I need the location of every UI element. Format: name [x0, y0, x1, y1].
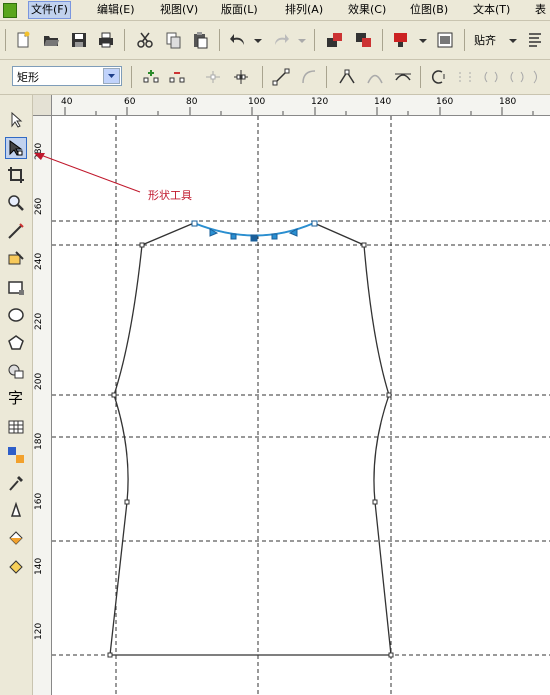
- eyedropper-tool-icon[interactable]: [6, 473, 26, 493]
- auto-close-icon[interactable]: [508, 68, 526, 86]
- object-type-value: 矩形: [17, 71, 39, 84]
- undo-icon[interactable]: [229, 31, 247, 49]
- app-icon: [3, 3, 17, 18]
- toolbox: 字: [0, 95, 33, 695]
- copy-icon[interactable]: [164, 31, 182, 49]
- toolbar-separator: [420, 66, 421, 88]
- extract-subpath-icon[interactable]: [482, 68, 500, 86]
- ruler-label: 120: [34, 622, 44, 640]
- garment-outline[interactable]: [109, 222, 392, 656]
- cusp-node-icon[interactable]: [338, 68, 356, 86]
- ruler-label: 280: [34, 142, 44, 160]
- ruler-label: 220: [34, 312, 44, 330]
- standard-toolbar: 贴齐: [0, 21, 550, 60]
- menu-layout[interactable]: 版面(L): [221, 2, 258, 18]
- svg-text:字: 字: [8, 389, 23, 407]
- menu-table[interactable]: 表: [535, 2, 546, 18]
- ruler-label: 260: [34, 197, 44, 215]
- pick-tool-icon[interactable]: [6, 110, 26, 130]
- vertical-ruler[interactable]: 280 260 240 220 200 180 160 140 120: [33, 115, 52, 695]
- drawing-canvas[interactable]: [52, 116, 550, 695]
- snap-to-label[interactable]: 贴齐: [474, 32, 496, 48]
- snap-dropdown-icon[interactable]: [504, 31, 522, 49]
- polygon-tool-icon[interactable]: [6, 333, 26, 353]
- toolbar-grip: [5, 29, 6, 51]
- break-curve-icon[interactable]: [232, 68, 250, 86]
- text-tool-icon[interactable]: 字: [6, 387, 26, 407]
- convert-to-line-icon[interactable]: [272, 68, 290, 86]
- launcher-dropdown-icon[interactable]: [414, 31, 432, 49]
- menu-text[interactable]: 文本(T): [473, 2, 510, 18]
- menu-bar: 文件(F) 编辑(E) 视图(V) 版面(L) 排列(A) 效果(C) 位图(B…: [0, 0, 550, 21]
- crop-tool-icon[interactable]: [6, 165, 26, 185]
- fill-tool-icon[interactable]: [6, 529, 26, 549]
- delete-node-icon[interactable]: [168, 68, 186, 86]
- object-type-select[interactable]: 矩形: [12, 66, 122, 86]
- join-nodes-icon[interactable]: [204, 68, 222, 86]
- neckline-nodes[interactable]: [191, 220, 318, 242]
- redo-icon[interactable]: [272, 31, 290, 49]
- import-icon[interactable]: [326, 31, 344, 49]
- menu-edit[interactable]: 编辑(E): [97, 2, 135, 18]
- ruler-label: 240: [34, 252, 44, 270]
- ellipse-tool-icon[interactable]: [6, 305, 26, 325]
- ruler-origin[interactable]: [33, 95, 52, 116]
- smooth-node-icon[interactable]: [366, 68, 384, 86]
- add-node-icon[interactable]: [142, 68, 160, 86]
- symmetrical-node-icon[interactable]: [394, 68, 412, 86]
- stretch-nodes-icon[interactable]: [530, 68, 548, 86]
- toolbar-separator: [131, 66, 132, 88]
- zoom-tool-icon[interactable]: [6, 193, 26, 213]
- ruler-label: 160: [34, 492, 44, 510]
- convert-to-curve-icon[interactable]: [300, 68, 318, 86]
- horizontal-ruler[interactable]: 40 60 80 100 120 140 160 180: [33, 95, 550, 116]
- shape-tool-icon: [9, 140, 23, 156]
- print-icon[interactable]: [97, 31, 115, 49]
- options-icon[interactable]: [526, 31, 544, 49]
- interactive-fill-tool-icon[interactable]: [6, 557, 26, 577]
- outline-tool-icon[interactable]: [6, 501, 26, 521]
- open-folder-icon[interactable]: [42, 31, 60, 49]
- menu-view[interactable]: 视图(V): [160, 2, 198, 18]
- menu-file[interactable]: 文件(F): [28, 1, 71, 19]
- interactive-blend-tool-icon[interactable]: [6, 445, 26, 465]
- rectangle-tool-icon[interactable]: [6, 277, 26, 297]
- ruler-label: 180: [34, 432, 44, 450]
- shape-tool-button[interactable]: [5, 137, 27, 159]
- shape-tool-annotation: 形状工具: [148, 189, 192, 202]
- welcome-screen-icon[interactable]: [436, 31, 454, 49]
- table-tool-icon[interactable]: [6, 417, 26, 437]
- reverse-direction-icon[interactable]: [430, 68, 448, 86]
- export-icon[interactable]: [355, 31, 373, 49]
- toolbar-separator: [314, 29, 315, 51]
- path-nodes[interactable]: [107, 242, 394, 658]
- undo-dropdown-icon[interactable]: [249, 31, 267, 49]
- paste-icon[interactable]: [191, 31, 209, 49]
- toolbar-separator: [464, 29, 465, 51]
- drawing-area: [52, 116, 550, 695]
- application-launcher-icon[interactable]: [392, 31, 410, 49]
- toolbar-separator: [219, 29, 220, 51]
- guidelines: [52, 116, 550, 695]
- horizontal-ruler-ticks: [64, 107, 534, 115]
- toolbar-separator: [124, 29, 125, 51]
- ruler-label: 200: [34, 372, 44, 390]
- freehand-tool-icon[interactable]: [6, 221, 26, 241]
- toolbar-separator: [382, 29, 383, 51]
- menu-bitmaps[interactable]: 位图(B): [410, 2, 448, 18]
- property-bar: 矩形: [0, 60, 550, 95]
- ruler-label: 140: [34, 557, 44, 575]
- save-icon[interactable]: [70, 31, 88, 49]
- basic-shapes-tool-icon[interactable]: [6, 361, 26, 381]
- toolbar-separator: [326, 66, 327, 88]
- smart-fill-tool-icon[interactable]: [6, 249, 26, 269]
- chevron-down-icon[interactable]: [103, 68, 120, 84]
- menu-arrange[interactable]: 排列(A): [285, 2, 323, 18]
- toolbar-separator: [262, 66, 263, 88]
- cut-icon[interactable]: [136, 31, 154, 49]
- extend-curve-icon[interactable]: [456, 68, 474, 86]
- redo-dropdown-icon[interactable]: [293, 31, 311, 49]
- new-document-icon[interactable]: [14, 31, 32, 49]
- menu-effects[interactable]: 效果(C): [348, 2, 386, 18]
